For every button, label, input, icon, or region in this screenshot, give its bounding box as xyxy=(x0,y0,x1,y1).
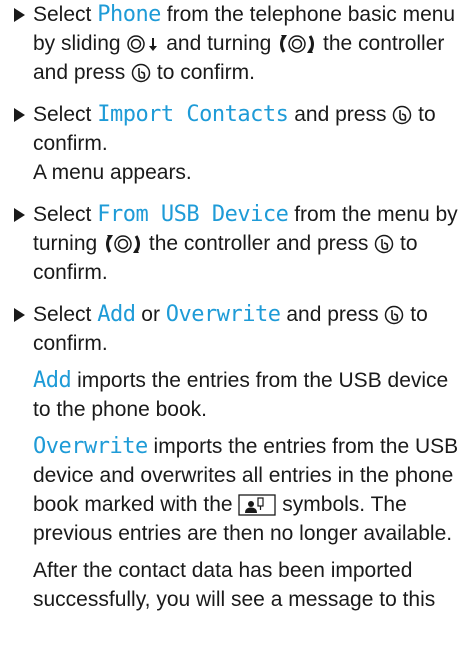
step-import-contacts: Select Import Contacts and press to conf… xyxy=(14,100,466,187)
keyword-overwrite: Overwrite xyxy=(33,434,148,459)
step-result-text: A menu appears. xyxy=(33,161,192,184)
keyword-import-contacts: Import Contacts xyxy=(97,102,289,127)
step-text: the controller and press xyxy=(143,232,375,255)
overwrite-description: Overwrite imports the entries from the U… xyxy=(33,432,466,548)
keyword-add: Add xyxy=(33,368,72,393)
controller-slide-down-icon xyxy=(127,35,158,54)
step-text: Select xyxy=(33,3,98,26)
after-import-text: After the contact data has been imported… xyxy=(33,559,436,611)
add-description: Add imports the entries from the USB dev… xyxy=(33,366,466,424)
step-arrow-icon xyxy=(14,108,25,122)
controller-turn-icon xyxy=(280,35,315,54)
instruction-page: Select Phone from the telephone basic me… xyxy=(0,0,466,614)
controller-press-icon xyxy=(385,306,404,325)
step-text: Select xyxy=(33,103,98,126)
keyword-add: Add xyxy=(97,302,136,327)
description-text: imports the entries from the USB device … xyxy=(33,369,449,421)
step-from-usb-device: Select From USB Device from the menu by … xyxy=(14,200,466,287)
step-text: and press xyxy=(288,103,393,126)
keyword-overwrite: Overwrite xyxy=(165,302,281,327)
keyword-phone: Phone xyxy=(97,2,161,27)
step-text: or xyxy=(135,303,166,326)
controller-press-icon xyxy=(374,235,394,254)
keyword-from-usb-device: From USB Device xyxy=(97,202,289,227)
step-arrow-icon xyxy=(14,8,25,22)
step-arrow-icon xyxy=(14,308,25,322)
step-text: and turning xyxy=(160,32,278,55)
step-text: Select xyxy=(33,203,98,226)
step-select-phone: Select Phone from the telephone basic me… xyxy=(14,0,466,87)
controller-press-icon xyxy=(393,106,412,125)
step-text: Select xyxy=(33,303,98,326)
usb-contact-entry-icon xyxy=(238,494,277,517)
step-add-or-overwrite: Select Add or Overwrite and press to con… xyxy=(14,300,466,614)
step-text: and press xyxy=(280,303,385,326)
controller-press-icon xyxy=(131,64,151,83)
step-arrow-icon xyxy=(14,208,25,222)
controller-turn-icon xyxy=(106,235,141,254)
step-text: to confirm. xyxy=(151,61,255,84)
